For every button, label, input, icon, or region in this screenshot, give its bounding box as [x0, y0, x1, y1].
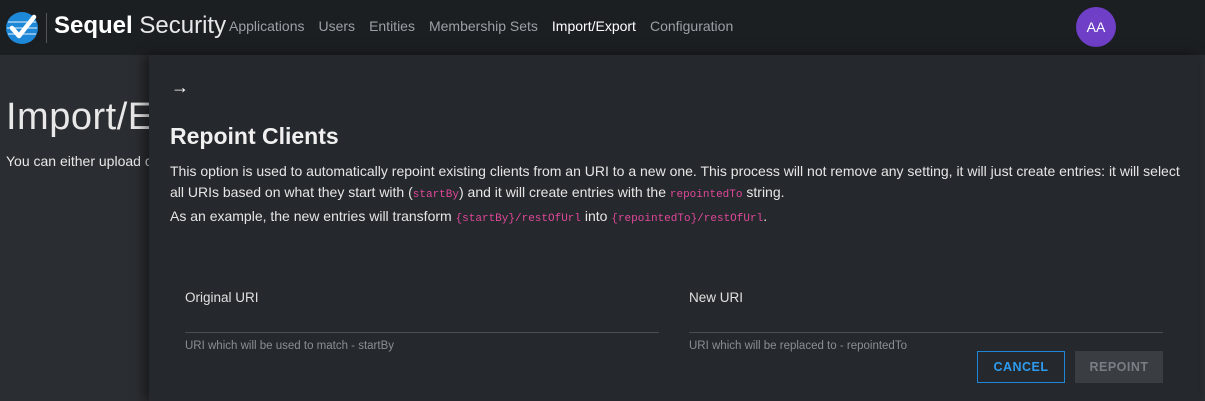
avatar[interactable]: AA: [1076, 7, 1116, 47]
description-text: string.: [742, 184, 785, 200]
top-navbar: Sequel Security Applications Users Entit…: [0, 0, 1205, 55]
repoint-button[interactable]: REPOINT: [1075, 351, 1163, 383]
page-description: You can either upload c: [6, 153, 152, 169]
example-text: into: [581, 208, 612, 224]
new-uri-input[interactable]: [689, 321, 1163, 324]
brand-name[interactable]: Sequel Security: [54, 12, 226, 40]
new-uri-label: New URI: [689, 290, 744, 305]
nav-item-entities[interactable]: Entities: [369, 18, 415, 34]
example-paragraph: As an example, the new entries will tran…: [170, 206, 1180, 230]
drawer-title: Repoint Clients: [170, 123, 339, 149]
cancel-button[interactable]: CANCEL: [977, 351, 1065, 383]
original-uri-input[interactable]: [185, 321, 659, 324]
brand-name-bold: Sequel: [54, 12, 133, 39]
example-text: .: [763, 208, 768, 224]
new-uri-field: New URI URI which will be replaced to - …: [689, 290, 1163, 352]
nav-item-membership-sets[interactable]: Membership Sets: [429, 18, 538, 34]
logo-divider: [46, 13, 47, 43]
nav-item-import-export[interactable]: Import/Export: [552, 18, 636, 34]
brand-name-light: Security: [139, 12, 227, 39]
original-uri-field: Original URI URI which will be used to m…: [185, 290, 659, 352]
original-uri-label: Original URI: [185, 290, 259, 305]
code-repointedto: repointedTo: [669, 189, 743, 201]
code-example-to: {repointedTo}/restOfUrl: [611, 213, 764, 225]
original-uri-underline: [185, 332, 659, 333]
original-uri-hint: URI which will be used to match - startB…: [185, 340, 394, 352]
nav-item-users[interactable]: Users: [319, 18, 356, 34]
description-paragraph: This option is used to automatically rep…: [170, 161, 1180, 206]
checkmark-globe-icon[interactable]: [5, 11, 39, 45]
drawer-description: This option is used to automatically rep…: [170, 161, 1180, 230]
arrow-right-icon[interactable]: →: [171, 77, 189, 98]
repoint-clients-drawer: → Repoint Clients This option is used to…: [149, 55, 1199, 401]
description-text: ) and it will create entries with the: [459, 184, 670, 200]
example-text: As an example, the new entries will tran…: [170, 208, 456, 224]
main-nav: Applications Users Entities Membership S…: [229, 18, 747, 34]
code-example-from: {startBy}/restOfUrl: [455, 213, 581, 225]
nav-item-configuration[interactable]: Configuration: [650, 18, 733, 34]
code-startby: startBy: [412, 189, 459, 201]
nav-item-applications[interactable]: Applications: [229, 18, 305, 34]
new-uri-underline: [689, 332, 1163, 333]
